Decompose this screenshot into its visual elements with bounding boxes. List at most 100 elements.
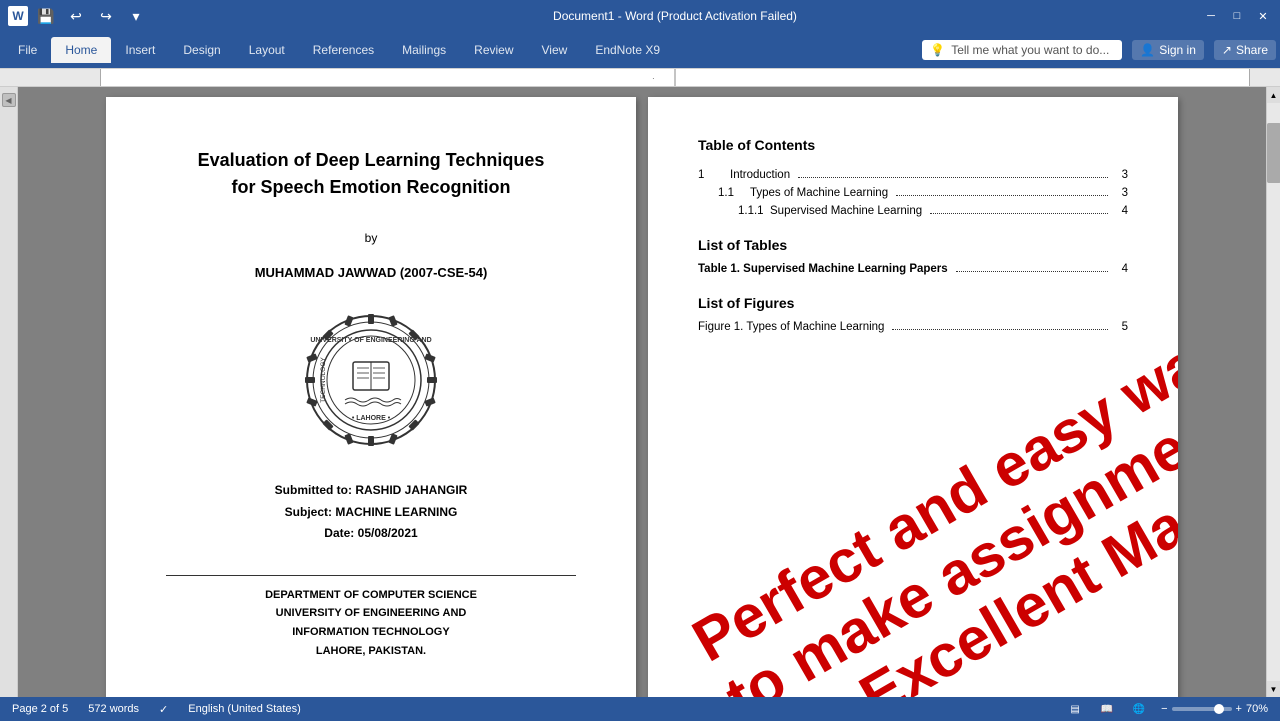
close-btn[interactable]: ✕ [1254,7,1272,25]
author-name: MUHAMMAD JAWWAD (2007-CSE-54) [255,265,488,280]
zoom-thumb [1214,704,1224,714]
share-button[interactable]: ↗ Share [1214,40,1276,60]
save-quick-btn[interactable]: 💾 [34,4,58,28]
by-label: by [365,231,378,245]
zoom-bar: − + 70% [1161,703,1268,715]
word-count: 572 words [88,703,139,715]
ribbon-right-btns: 👤 Sign in ↗ Share [1132,40,1276,60]
toc-item-1-1: 1.1 Types of Machine Learning 3 [698,187,1128,199]
ribbon: File Home Insert Design Layout Reference… [0,32,1280,69]
submitted-to-value: RASHID JAHANGIR [355,483,467,497]
language-indicator: English (United States) [188,703,301,715]
more-quick-btn[interactable]: ▾ [124,4,148,28]
toc-dots-1-1 [896,195,1108,196]
redo-btn[interactable]: ↪ [94,4,118,28]
scroll-thumb[interactable] [1267,123,1280,183]
tab-mailings[interactable]: Mailings [388,37,460,63]
scroll-up-btn[interactable]: ▲ [1267,87,1280,103]
date-label: Date: [324,526,354,540]
toc-dots-1-1-1 [930,213,1108,214]
sign-in-button[interactable]: 👤 Sign in [1132,40,1204,60]
scroll-track[interactable] [1267,103,1280,681]
window-title: Document1 - Word (Product Activation Fai… [148,9,1202,23]
toc-num-1-1: 1.1 [718,187,746,199]
lot-page-1: 4 [1116,263,1128,275]
tab-references[interactable]: References [299,37,388,63]
subject-label: Subject: [285,505,332,519]
toc-page-1: 3 [1116,169,1128,181]
scroll-down-btn[interactable]: ▼ [1267,681,1280,697]
toc-num-1: 1 [698,169,726,181]
spell-check-icon: ✓ [159,703,168,716]
word-icon: W [8,6,28,26]
ruler: · [0,69,1280,87]
read-view-btn[interactable]: 📖 [1097,701,1117,717]
tell-what-text: Tell me what you want to do... [951,43,1109,57]
svg-text:TECHNOLOGY: TECHNOLOGY [320,357,327,403]
web-view-btn[interactable]: 🌐 [1129,701,1149,717]
window-controls: ─ □ ✕ [1202,7,1272,25]
toc-label-1-1: Types of Machine Learning [750,187,888,199]
share-icon: ↗ [1222,43,1232,57]
zoom-level: 70% [1246,703,1268,715]
toc-page: Table of Contents 1 Introduction 3 1.1 T… [648,97,1178,697]
tab-home[interactable]: Home [51,37,111,63]
toc-item-1-1-1: 1.1.1 Supervised Machine Learning 4 [698,205,1128,217]
dept-info: DEPARTMENT OF COMPUTER SCIENCE UNIVERSIT… [265,586,477,661]
lot-label-1: Table 1. Supervised Machine Learning Pap… [698,263,948,275]
undo-btn[interactable]: ↩ [64,4,88,28]
tab-file[interactable]: File [4,37,51,63]
toc-page-1-1-1: 4 [1116,205,1128,217]
zoom-slider[interactable] [1172,707,1232,711]
date-value: 05/08/2021 [358,526,418,540]
document-title: Evaluation of Deep Learning Techniques f… [198,147,545,201]
subject-value: MACHINE LEARNING [335,505,457,519]
lot-item-1: Table 1. Supervised Machine Learning Pap… [698,263,1128,275]
toc-page-1-1: 3 [1116,187,1128,199]
status-bar: Page 2 of 5 572 words ✓ English (United … [0,697,1280,721]
divider [166,575,576,576]
lof-page-1: 5 [1116,321,1128,333]
lot-dots-1 [956,271,1108,272]
ribbon-tabs: File Home Insert Design Layout Reference… [0,32,1280,68]
lof-label-1: Figure 1. Types of Machine Learning [698,321,884,333]
title-page: Evaluation of Deep Learning Techniques f… [106,97,636,697]
university-seal: UNIVERSITY OF ENGINEERING AND • LAHORE •… [301,310,441,450]
tab-view[interactable]: View [528,37,582,63]
scrollbar: ▲ ▼ [1266,87,1280,697]
ruler-inner: · [100,69,1250,86]
toc-label-1: Introduction [730,169,790,181]
title-bar: W 💾 ↩ ↪ ▾ Document1 - Word (Product Acti… [0,0,1280,32]
title-bar-left: W 💾 ↩ ↪ ▾ [8,4,148,28]
toc-item-1: 1 Introduction 3 [698,169,1128,181]
tell-what-input[interactable]: 💡 Tell me what you want to do... [922,40,1122,60]
tab-layout[interactable]: Layout [235,37,299,63]
tab-insert[interactable]: Insert [111,37,169,63]
maximize-btn[interactable]: □ [1228,7,1246,25]
lof-item-1: Figure 1. Types of Machine Learning 5 [698,321,1128,333]
svg-text:·: · [652,74,655,83]
left-margin-bar: ◀ [0,87,18,697]
toc-dots-1 [798,177,1108,178]
tab-design[interactable]: Design [169,37,234,63]
main-area: ◀ Evaluation of Deep Learning Techniques… [0,87,1280,697]
tab-endnote[interactable]: EndNote X9 [581,37,674,63]
page-indicator: Page 2 of 5 [12,703,68,715]
lof-heading: List of Figures [698,295,1128,311]
watermark: Perfect and easy way to make assignment … [682,367,1178,697]
toc-label-1-1-1: Supervised Machine Learning [770,205,922,217]
zoom-in-btn[interactable]: + [1236,703,1242,715]
svg-text:• LAHORE •: • LAHORE • [352,415,391,422]
lof-dots-1 [892,329,1108,330]
svg-text:UNIVERSITY OF ENGINEERING AND: UNIVERSITY OF ENGINEERING AND [310,337,431,344]
lot-heading: List of Tables [698,237,1128,253]
tab-review[interactable]: Review [460,37,527,63]
print-view-btn[interactable]: ▤ [1065,701,1085,717]
submitted-to-label: Submitted to: [275,483,352,497]
status-right: ▤ 📖 🌐 − + 70% [1065,701,1268,717]
zoom-out-btn[interactable]: − [1161,703,1167,715]
margin-indicator-1: ◀ [2,93,16,107]
pages-container: Evaluation of Deep Learning Techniques f… [18,87,1266,697]
minimize-btn[interactable]: ─ [1202,7,1220,25]
submission-info: Submitted to: RASHID JAHANGIR Subject: M… [275,480,468,545]
